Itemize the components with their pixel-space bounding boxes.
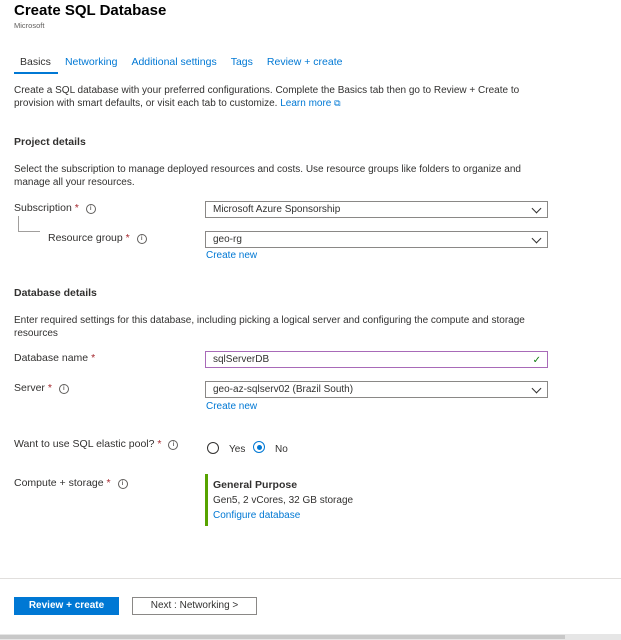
info-icon[interactable]: i xyxy=(136,234,147,244)
next-networking-button[interactable]: Next : Networking > xyxy=(132,597,257,615)
chevron-down-icon xyxy=(531,233,542,244)
required-marker: * xyxy=(157,438,162,450)
tab-review-create[interactable]: Review + create xyxy=(260,52,350,74)
resource-group-label-text: Resource group xyxy=(48,232,123,244)
tree-connector-horizontal xyxy=(18,231,40,232)
elastic-pool-yes-radio[interactable] xyxy=(207,442,219,454)
info-icon[interactable]: i xyxy=(58,384,69,394)
elastic-pool-label-text: Want to use SQL elastic pool? xyxy=(14,438,155,450)
info-icon[interactable]: i xyxy=(85,204,96,214)
intro-paragraph: Create a SQL database with your preferre… xyxy=(14,84,534,110)
compute-detail: Gen5, 2 vCores, 32 GB storage xyxy=(213,495,354,506)
tab-tags[interactable]: Tags xyxy=(224,52,260,74)
database-name-label-text: Database name xyxy=(14,352,89,364)
tree-connector-vertical xyxy=(18,216,19,231)
database-details-heading: Database details xyxy=(14,287,97,299)
project-details-heading: Project details xyxy=(14,136,86,148)
subscription-label: Subscription * i xyxy=(14,202,96,214)
tab-additional-settings[interactable]: Additional settings xyxy=(124,52,223,74)
learn-more-link[interactable]: Learn more ⧉ xyxy=(280,98,340,109)
external-link-icon: ⧉ xyxy=(334,98,341,108)
chevron-down-icon xyxy=(531,383,542,394)
database-name-label: Database name * xyxy=(14,352,95,364)
review-create-button[interactable]: Review + create xyxy=(14,597,119,615)
resource-group-select[interactable]: geo-rg xyxy=(205,231,548,248)
elastic-pool-label: Want to use SQL elastic pool? * i xyxy=(14,438,179,450)
learn-more-label: Learn more xyxy=(280,98,332,109)
required-marker: * xyxy=(106,477,111,489)
elastic-pool-no-radio[interactable] xyxy=(253,441,265,453)
scrollbar-thumb[interactable] xyxy=(0,635,565,639)
database-description: Enter required settings for this databas… xyxy=(14,315,525,339)
server-label: Server * i xyxy=(14,382,69,394)
checkmark-icon: ✓ xyxy=(532,355,541,366)
tab-bar: Basics Networking Additional settings Ta… xyxy=(14,52,349,74)
subscription-label-text: Subscription xyxy=(14,202,72,214)
database-name-input[interactable]: sqlServerDB ✓ xyxy=(205,351,548,368)
tab-basics[interactable]: Basics xyxy=(14,52,58,74)
server-select[interactable]: geo-az-sqlserv02 (Brazil South) xyxy=(205,381,548,398)
create-new-resource-group-link[interactable]: Create new xyxy=(206,250,257,261)
compute-accent-bar xyxy=(205,474,208,526)
chevron-down-icon xyxy=(531,203,542,214)
resource-group-label: Resource group * i xyxy=(48,232,147,244)
server-value: geo-az-sqlserv02 (Brazil South) xyxy=(213,384,354,395)
compute-storage-label-text: Compute + storage xyxy=(14,477,104,489)
info-icon[interactable]: i xyxy=(168,440,179,450)
elastic-pool-yes-label[interactable]: Yes xyxy=(229,444,245,455)
intro-text: Create a SQL database with your preferre… xyxy=(14,85,520,109)
compute-storage-label: Compute + storage * i xyxy=(14,477,128,489)
resource-group-value: geo-rg xyxy=(213,234,242,245)
publisher-label: Microsoft xyxy=(14,21,45,30)
configure-database-link[interactable]: Configure database xyxy=(213,510,300,521)
create-new-server-link[interactable]: Create new xyxy=(206,401,257,412)
database-name-value: sqlServerDB xyxy=(213,354,270,365)
required-marker: * xyxy=(125,232,130,244)
required-marker: * xyxy=(47,382,52,394)
subscription-value: Microsoft Azure Sponsorship xyxy=(213,204,341,215)
compute-tier: General Purpose xyxy=(213,479,298,491)
server-label-text: Server xyxy=(14,382,45,394)
required-marker: * xyxy=(74,202,79,214)
footer-divider xyxy=(0,578,621,579)
elastic-pool-no-label[interactable]: No xyxy=(275,444,288,455)
page-title: Create SQL Database xyxy=(14,2,167,19)
project-description: Select the subscription to manage deploy… xyxy=(14,164,521,188)
info-icon[interactable]: i xyxy=(117,479,128,489)
required-marker: * xyxy=(91,352,96,364)
subscription-select[interactable]: Microsoft Azure Sponsorship xyxy=(205,201,548,218)
tab-networking[interactable]: Networking xyxy=(58,52,125,74)
